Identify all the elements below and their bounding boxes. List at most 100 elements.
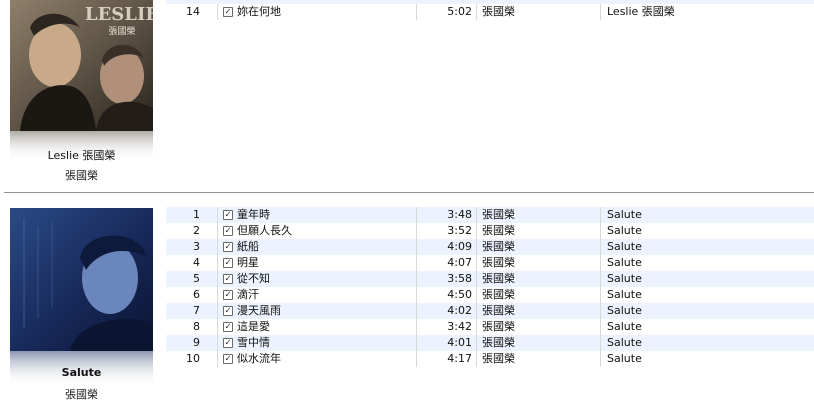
track-artist: 張國榮 bbox=[482, 256, 515, 269]
track-row[interactable]: 14 ✓ 妳在何地 5:02 張國榮 Leslie 張國榮 bbox=[166, 4, 814, 20]
track-number: 9 bbox=[193, 336, 200, 349]
column-separator bbox=[217, 287, 218, 303]
track-artist: 張國榮 bbox=[482, 320, 515, 333]
track-row[interactable]: 6 ✓ 滴汗 4:50 張國榮 Salute bbox=[166, 287, 814, 303]
column-separator bbox=[600, 239, 601, 255]
track-name: 妳在何地 bbox=[237, 5, 281, 18]
track-album: Salute bbox=[607, 224, 642, 237]
track-artist: 張國榮 bbox=[482, 336, 515, 349]
column-separator bbox=[217, 4, 218, 20]
track-number: 6 bbox=[193, 288, 200, 301]
track-artist: 張國榮 bbox=[482, 272, 515, 285]
track-name: 滴汗 bbox=[237, 288, 259, 301]
cover-title-text: LESLIE bbox=[85, 4, 153, 25]
track-row[interactable]: 2 ✓ 但願人長久 3:52 張國榮 Salute bbox=[166, 223, 814, 239]
column-separator bbox=[217, 271, 218, 287]
column-separator bbox=[476, 255, 477, 271]
track-row[interactable]: 8 ✓ 這是愛 3:42 張國榮 Salute bbox=[166, 319, 814, 335]
checkbox-checked-icon[interactable]: ✓ bbox=[223, 274, 233, 284]
track-name: 童年時 bbox=[237, 208, 270, 221]
column-separator bbox=[476, 207, 477, 223]
checkbox-checked-icon[interactable]: ✓ bbox=[223, 338, 233, 348]
track-number: 7 bbox=[193, 304, 200, 317]
track-row[interactable]: 7 ✓ 漫天風雨 4:02 張國榮 Salute bbox=[166, 303, 814, 319]
checkbox-checked-icon[interactable]: ✓ bbox=[223, 7, 233, 17]
column-separator bbox=[600, 4, 601, 20]
column-separator bbox=[476, 303, 477, 319]
column-separator bbox=[600, 319, 601, 335]
track-album: Salute bbox=[607, 272, 642, 285]
track-name: 但願人長久 bbox=[237, 224, 292, 237]
track-artist: 張國榮 bbox=[482, 240, 515, 253]
album-group-leslie: LESLIE 張國榮 Leslie 張國榮 張國榮 14 ✓ 妳在何地 5:02… bbox=[0, 0, 814, 190]
track-album: Salute bbox=[607, 304, 642, 317]
track-time: 4:02 bbox=[447, 304, 472, 317]
checkbox-checked-icon[interactable]: ✓ bbox=[223, 306, 233, 316]
column-separator bbox=[217, 207, 218, 223]
track-time: 3:52 bbox=[447, 224, 472, 237]
column-separator bbox=[217, 255, 218, 271]
track-time: 3:48 bbox=[447, 208, 472, 221]
album-cover-leslie[interactable]: LESLIE 張國榮 bbox=[10, 0, 153, 131]
track-album: Salute bbox=[607, 320, 642, 333]
column-separator bbox=[476, 4, 477, 20]
track-name: 雪中情 bbox=[237, 336, 270, 349]
column-separator bbox=[600, 223, 601, 239]
track-time: 4:01 bbox=[447, 336, 472, 349]
album-caption-artist: 張國榮 bbox=[65, 388, 98, 401]
track-artist: 張國榮 bbox=[482, 304, 515, 317]
album-caption-title: Salute bbox=[61, 366, 102, 379]
track-number: 8 bbox=[193, 320, 200, 333]
column-separator bbox=[476, 351, 477, 367]
track-row[interactable]: 9 ✓ 雪中情 4:01 張國榮 Salute bbox=[166, 335, 814, 351]
track-album: Salute bbox=[607, 288, 642, 301]
track-number: 4 bbox=[193, 256, 200, 269]
album-divider bbox=[4, 192, 814, 193]
track-album: Leslie 張國榮 bbox=[607, 5, 675, 18]
track-number: 10 bbox=[186, 352, 200, 365]
column-separator bbox=[217, 335, 218, 351]
column-separator bbox=[217, 319, 218, 335]
track-artist: 張國榮 bbox=[482, 224, 515, 237]
track-number: 1 bbox=[193, 208, 200, 221]
track-row[interactable]: 5 ✓ 從不知 3:58 張國榮 Salute bbox=[166, 271, 814, 287]
track-row[interactable]: 1 ✓ 童年時 3:48 張國榮 Salute bbox=[166, 207, 814, 223]
checkbox-checked-icon[interactable]: ✓ bbox=[223, 258, 233, 268]
track-name: 漫天風雨 bbox=[237, 304, 281, 317]
column-separator bbox=[600, 351, 601, 367]
column-separator bbox=[217, 223, 218, 239]
checkbox-checked-icon[interactable]: ✓ bbox=[223, 354, 233, 364]
album-cover-salute[interactable] bbox=[10, 208, 153, 351]
column-separator bbox=[217, 303, 218, 319]
track-album: Salute bbox=[607, 256, 642, 269]
column-separator bbox=[600, 287, 601, 303]
checkbox-checked-icon[interactable]: ✓ bbox=[223, 226, 233, 236]
column-separator bbox=[217, 239, 218, 255]
track-number: 2 bbox=[193, 224, 200, 237]
track-artist: 張國榮 bbox=[482, 5, 515, 18]
column-separator bbox=[600, 255, 601, 271]
track-name: 明星 bbox=[237, 256, 259, 269]
track-row[interactable]: 3 ✓ 紙船 4:09 張國榮 Salute bbox=[166, 239, 814, 255]
track-number: 3 bbox=[193, 240, 200, 253]
column-separator bbox=[600, 271, 601, 287]
track-name: 似水流年 bbox=[237, 352, 281, 365]
track-time: 4:17 bbox=[447, 352, 472, 365]
checkbox-checked-icon[interactable]: ✓ bbox=[223, 242, 233, 252]
column-separator bbox=[600, 207, 601, 223]
column-separator bbox=[476, 223, 477, 239]
track-row[interactable]: 10 ✓ 似水流年 4:17 張國榮 Salute bbox=[166, 351, 814, 367]
checkbox-checked-icon[interactable]: ✓ bbox=[223, 290, 233, 300]
track-list-leslie: 14 ✓ 妳在何地 5:02 張國榮 Leslie 張國榮 bbox=[166, 0, 814, 20]
track-time: 5:02 bbox=[447, 5, 472, 18]
cover-subtitle-text: 張國榮 bbox=[108, 25, 135, 37]
checkbox-checked-icon[interactable]: ✓ bbox=[223, 210, 233, 220]
track-time: 4:09 bbox=[447, 240, 472, 253]
column-separator bbox=[600, 303, 601, 319]
track-album: Salute bbox=[607, 352, 642, 365]
column-separator bbox=[476, 319, 477, 335]
track-album: Salute bbox=[607, 208, 642, 221]
column-separator bbox=[600, 335, 601, 351]
checkbox-checked-icon[interactable]: ✓ bbox=[223, 322, 233, 332]
track-row[interactable]: 4 ✓ 明星 4:07 張國榮 Salute bbox=[166, 255, 814, 271]
